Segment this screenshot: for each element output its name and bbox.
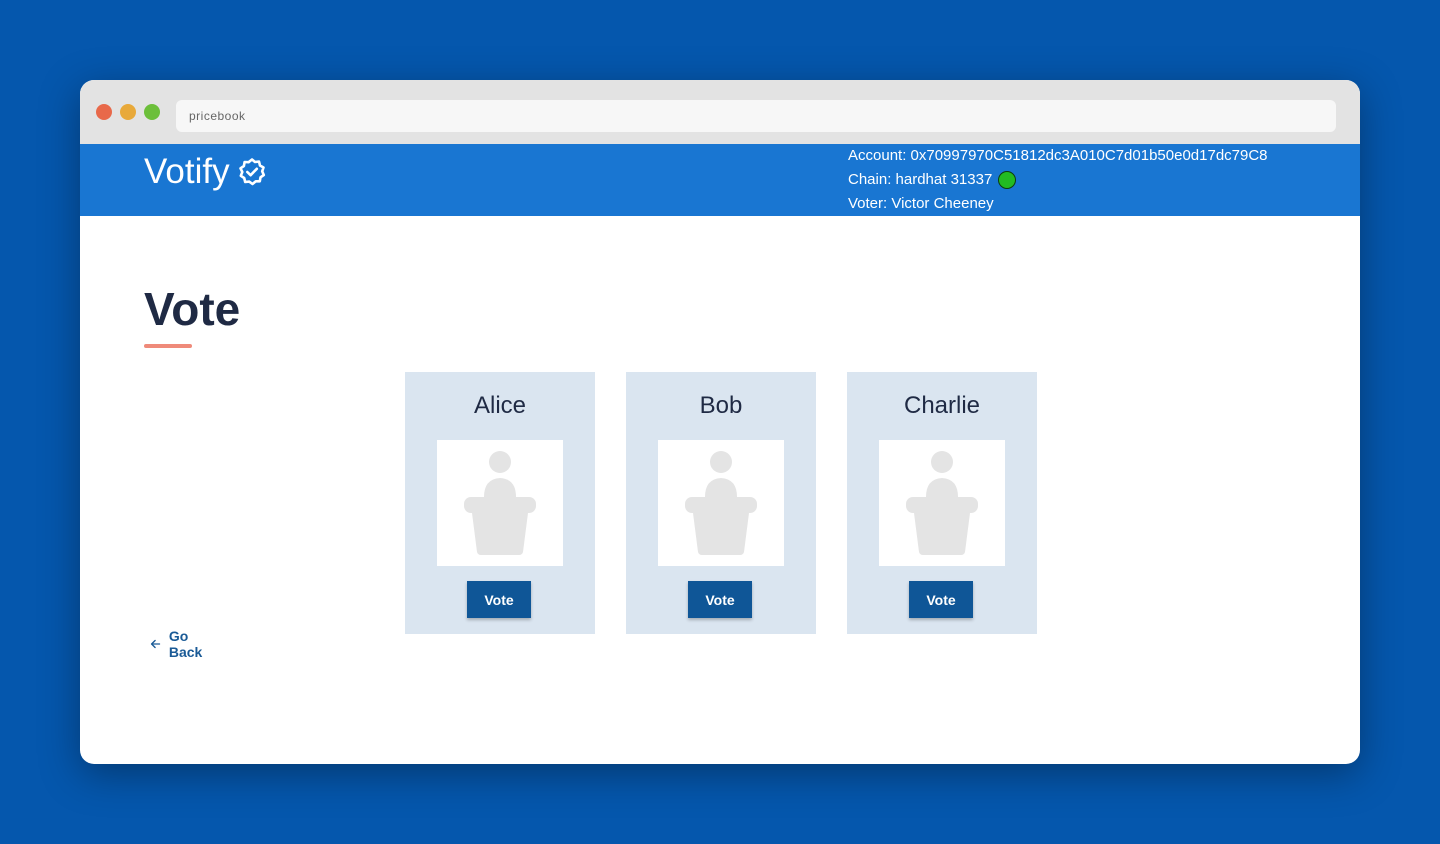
chain-status-icon	[998, 171, 1017, 189]
candidate-photo	[658, 440, 784, 566]
candidate-card: Alice Vote	[405, 372, 595, 634]
verified-badge-icon	[238, 158, 266, 186]
candidate-photo	[437, 440, 563, 566]
maximize-window-button[interactable]	[144, 104, 160, 120]
chain-label: Chain: hardhat 31337	[848, 171, 993, 188]
vote-button[interactable]: Vote	[467, 581, 531, 618]
speaker-podium-icon	[906, 451, 978, 555]
minimize-window-button[interactable]	[120, 104, 136, 120]
title-underline	[144, 344, 192, 348]
speaker-podium-icon	[464, 451, 536, 555]
vote-button[interactable]: Vote	[688, 581, 752, 618]
brand-logo[interactable]: Votify	[144, 152, 266, 192]
candidate-card: Bob Vote	[626, 372, 816, 634]
go-back-link[interactable]: Go Back	[150, 628, 207, 660]
vote-button[interactable]: Vote	[909, 581, 973, 618]
candidate-name: Alice	[473, 392, 527, 419]
address-bar[interactable]: pricebook	[176, 100, 1336, 132]
candidate-card: Charlie Vote	[847, 372, 1037, 634]
account-address: Account: 0x70997970C51812dc3A010C7d01b50…	[848, 147, 1268, 164]
browser-chrome: pricebook	[80, 80, 1360, 144]
candidate-photo	[879, 440, 1005, 566]
close-window-button[interactable]	[96, 104, 112, 120]
top-navbar: Votify Account: 0x70997970C51812dc3A010C…	[80, 144, 1360, 216]
page-title: Vote	[144, 283, 241, 335]
brand-name: Votify	[144, 152, 230, 191]
main-content: Vote Alice Vote Bob Vote Charlie Vote Go…	[80, 216, 1360, 764]
speaker-podium-icon	[685, 451, 757, 555]
account-info: Account: 0x70997970C51812dc3A010C7d01b50…	[848, 144, 1268, 216]
candidate-name: Bob	[699, 392, 743, 419]
candidate-name: Charlie	[903, 392, 981, 419]
voter-name: Voter: Victor Cheeney	[848, 195, 994, 212]
arrow-left-icon	[150, 639, 161, 649]
go-back-label: Go Back	[168, 628, 203, 660]
browser-window: pricebook Votify Account: 0x70997970C518…	[80, 80, 1360, 764]
chain-info: Chain: hardhat 31337	[848, 168, 1268, 192]
